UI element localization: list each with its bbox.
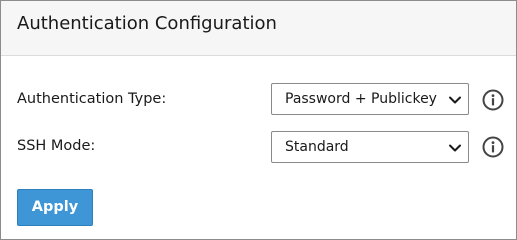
authentication-type-label: Authentication Type: [17,91,167,107]
ssh-mode-label: SSH Mode: [17,138,96,154]
authentication-type-value: Password + Publickey [285,91,437,107]
authentication-configuration-panel: Authentication Configuration Authenticat… [0,0,517,240]
ssh-mode-value: Standard [285,139,349,155]
panel-header: Authentication Configuration [1,1,516,56]
ssh-mode-select[interactable]: Standard [271,131,469,163]
panel-title: Authentication Configuration [17,13,277,34]
chevron-down-icon [449,144,461,152]
chevron-down-icon [449,96,461,104]
info-icon[interactable] [482,89,504,111]
authentication-type-select[interactable]: Password + Publickey [271,83,469,115]
info-icon[interactable] [482,136,504,158]
apply-button[interactable]: Apply [17,189,93,226]
